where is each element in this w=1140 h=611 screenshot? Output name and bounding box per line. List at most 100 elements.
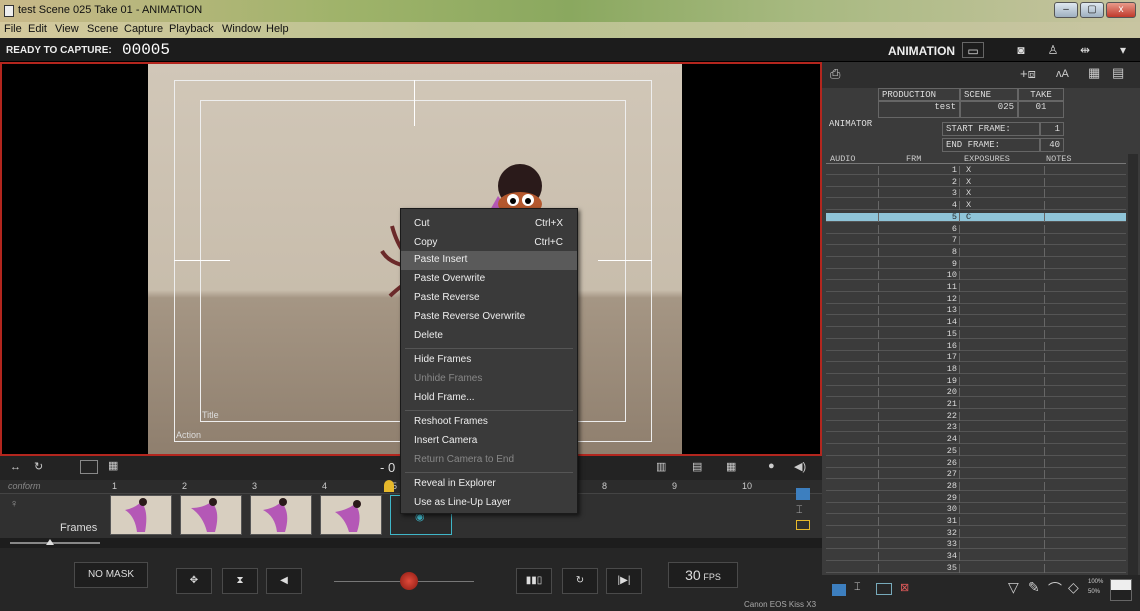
xsheet-row[interactable]: 12 — [826, 294, 1126, 304]
xsheet-row[interactable]: 4X — [826, 201, 1126, 211]
eraser-icon[interactable]: ◇ — [1068, 579, 1079, 596]
frame-icon[interactable] — [80, 460, 98, 474]
xsheet-row[interactable]: 15 — [826, 329, 1126, 339]
xsheet-row[interactable]: 10 — [826, 271, 1126, 281]
xsheet-row[interactable]: 33 — [826, 540, 1126, 550]
onion-icon[interactable]: ● — [768, 460, 775, 472]
context-menu-item[interactable]: Cut Ctrl+X — [401, 215, 577, 234]
xsheet-row[interactable]: 13 — [826, 306, 1126, 316]
scene-value[interactable]: 025 — [960, 100, 1018, 118]
xsheet-row[interactable]: 5C — [826, 212, 1126, 222]
frame-thumbnail[interactable] — [110, 495, 172, 535]
playhead[interactable] — [384, 480, 394, 492]
context-menu-item[interactable]: Delete — [401, 327, 577, 346]
xsheet-row[interactable]: 31 — [826, 517, 1126, 526]
context-menu-item[interactable]: Reveal in Explorer — [401, 475, 577, 494]
context-menu-item[interactable]: Paste Reverse Overwrite — [401, 308, 577, 327]
xsheet-row[interactable]: 20 — [826, 388, 1126, 398]
xsheet-row[interactable]: 3X — [826, 189, 1126, 199]
color-swatch[interactable] — [1110, 579, 1132, 601]
move-icon[interactable]: ✥ — [176, 568, 212, 594]
take-value[interactable]: 01 — [1018, 100, 1064, 118]
xsheet-row[interactable]: 6 — [826, 224, 1126, 234]
menu-playback[interactable]: Playback — [169, 23, 214, 35]
production-value[interactable]: test — [878, 100, 960, 118]
opacity-100-label[interactable]: 100% — [1088, 579, 1103, 585]
xsheet-row[interactable]: 26 — [826, 458, 1126, 468]
xsheet-row[interactable]: 29 — [826, 493, 1126, 503]
close-button[interactable]: x — [1106, 2, 1136, 18]
mask-dropdown[interactable]: NO MASK — [74, 562, 148, 588]
frame-thumbnail[interactable] — [320, 495, 382, 535]
layer-align-icon[interactable]: ⌶ — [796, 504, 803, 517]
opacity-50-label[interactable]: 50% — [1088, 589, 1100, 595]
xsheet-row[interactable]: 23 — [826, 423, 1126, 433]
xsheet-row[interactable]: 34 — [826, 552, 1126, 562]
step-forward-icon[interactable]: |▶| — [606, 568, 642, 594]
menu-scene[interactable]: Scene — [87, 23, 118, 35]
xsheet-row[interactable]: 16 — [826, 341, 1126, 351]
play-range-icon[interactable]: ▮▮▯ — [516, 568, 552, 594]
expand-icon[interactable]: ⇹ — [1074, 42, 1096, 58]
context-menu-item[interactable]: Paste Insert — [401, 251, 577, 270]
layer-export-icon[interactable] — [796, 520, 810, 530]
list-icon[interactable]: ▦ — [726, 460, 736, 473]
menu-view[interactable]: View — [55, 23, 79, 35]
xsheet-row[interactable]: 2X — [826, 177, 1126, 187]
menu-file[interactable]: File — [4, 23, 22, 35]
fps-dropdown[interactable]: 30 FPS — [668, 562, 738, 588]
xsheet-row[interactable]: 22 — [826, 411, 1126, 421]
xsheet-row[interactable]: 27 — [826, 470, 1126, 480]
xsheet-row[interactable]: 9 — [826, 259, 1126, 269]
monitor-icon[interactable]: ▭ — [962, 42, 984, 58]
layers-icon[interactable]: ▤ — [692, 460, 702, 473]
xsheet-row[interactable]: 19 — [826, 376, 1126, 386]
grid-icon[interactable]: ▦ — [108, 459, 118, 472]
xsheet-row[interactable]: 32 — [826, 528, 1126, 538]
dropdown-icon[interactable]: ▾ — [1112, 42, 1134, 58]
user-icon[interactable]: ♙ — [1042, 42, 1064, 58]
fit-arrows-icon[interactable]: ↔ — [10, 461, 21, 473]
menu-edit[interactable]: Edit — [28, 23, 47, 35]
context-menu-item[interactable]: Paste Overwrite — [401, 270, 577, 289]
camera-view-icon[interactable]: ◙ — [1010, 42, 1032, 58]
xsheet-row[interactable]: 14 — [826, 318, 1126, 328]
xsheet-scrollbar[interactable] — [1128, 154, 1138, 575]
sheet-layout-icon[interactable]: ▦ — [1088, 65, 1100, 81]
font-size-icon[interactable]: ᴧA — [1056, 68, 1069, 80]
delete-layer-icon[interactable]: ⊠ — [900, 581, 909, 594]
xsheet-row[interactable]: 1X — [826, 166, 1126, 175]
xsheet-row[interactable]: 35 — [826, 563, 1126, 573]
xsheet-row[interactable]: 21 — [826, 400, 1126, 409]
align-icon[interactable]: ⌶ — [854, 581, 861, 594]
context-menu-item[interactable]: Reshoot Frames — [401, 413, 577, 432]
filmstrip-icon[interactable]: ▥ — [656, 460, 666, 473]
context-menu-item[interactable]: Insert Camera — [401, 432, 577, 451]
context-menu-item[interactable]: Hold Frame... — [401, 389, 577, 408]
xsheet-row[interactable]: 28 — [826, 481, 1126, 491]
xsheet-row[interactable]: 11 — [826, 283, 1126, 292]
start-frame-value[interactable]: 1 — [1040, 122, 1064, 136]
menu-help[interactable]: Help — [266, 23, 289, 35]
layer-visibility-icon[interactable]: ♀ — [10, 498, 18, 510]
xsheet-row[interactable]: 24 — [826, 435, 1126, 445]
frame-thumbnail[interactable] — [180, 495, 242, 535]
loop-icon[interactable]: ↻ — [562, 568, 598, 594]
minimize-button[interactable]: – — [1054, 2, 1078, 18]
frame-thumbnail[interactable] — [250, 495, 312, 535]
xsheet-row[interactable]: 30 — [826, 505, 1126, 515]
capture-mode-icon[interactable]: ⧗ — [222, 568, 258, 594]
print-icon[interactable]: ⎙ — [830, 66, 840, 82]
xsheet-row[interactable]: 18 — [826, 364, 1126, 374]
pencil-icon[interactable]: ✎ — [1028, 579, 1040, 596]
xsheet-row[interactable]: 8 — [826, 247, 1126, 257]
onion-slider-handle[interactable] — [400, 572, 418, 590]
context-menu-item[interactable]: Paste Reverse — [401, 289, 577, 308]
xsheet-row[interactable]: 17 — [826, 353, 1126, 363]
refresh-icon[interactable]: ↻ — [34, 460, 43, 473]
export-layer-icon[interactable] — [876, 583, 892, 595]
audio-icon[interactable]: ◀) — [794, 460, 806, 473]
add-column-icon[interactable]: +⧈ — [1020, 66, 1036, 82]
context-menu-item[interactable]: Use as Line-Up Layer — [401, 494, 577, 513]
timeline-scrollbar[interactable] — [0, 538, 822, 548]
